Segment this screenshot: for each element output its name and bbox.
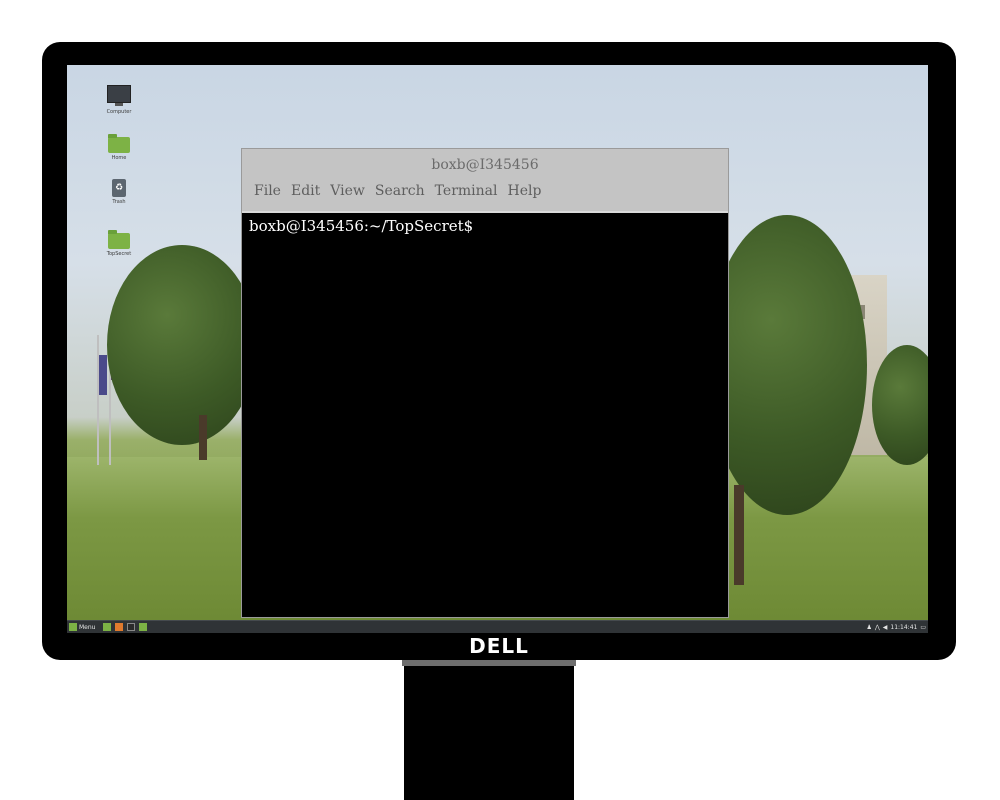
desktop-icon-computer[interactable]: Computer (89, 85, 149, 116)
terminal-prompt: boxb@I345456:~/TopSecret$ (249, 217, 474, 235)
desktop-icon-label: TopSecret (106, 251, 132, 257)
clock[interactable]: 11:14:41 (890, 624, 917, 631)
taskbar-menu-label: Menu (79, 623, 96, 631)
files-icon[interactable] (139, 623, 147, 631)
wallpaper-tree-trunk (734, 485, 744, 585)
terminal-launcher-icon[interactable] (127, 623, 135, 631)
terminal-output[interactable]: boxb@I345456:~/TopSecret$ (242, 213, 728, 239)
system-tray: ♟ ⋀ ◀ 11:14:41 ▭ (866, 623, 926, 631)
wallpaper-tree (107, 245, 257, 445)
wallpaper-flag (99, 355, 107, 395)
menu-view[interactable]: View (330, 183, 365, 199)
terminal-titlebar[interactable]: boxb@I345456 File Edit View Search Termi… (242, 149, 728, 213)
menu-search[interactable]: Search (375, 183, 425, 199)
computer-icon (107, 85, 131, 106)
terminal-title: boxb@I345456 (431, 157, 539, 173)
monitor-stand-neck (402, 660, 576, 666)
menu-terminal[interactable]: Terminal (435, 183, 498, 199)
wallpaper-tree (707, 215, 867, 515)
monitor-stand (404, 664, 574, 800)
desktop-icon-label: Computer (106, 109, 132, 115)
desktop-icon-trash[interactable]: ♻ Trash (89, 179, 149, 206)
menu-icon (69, 623, 77, 631)
taskbar-menu-button[interactable]: Menu (69, 623, 95, 631)
folder-icon (108, 230, 130, 249)
home-folder-icon (108, 134, 130, 153)
desktop-icon-label: Trash (112, 199, 126, 205)
user-icon[interactable]: ♟ (866, 624, 871, 631)
network-icon[interactable]: ⋀ (875, 624, 880, 631)
trash-icon: ♻ (112, 179, 126, 197)
terminal-menubar: File Edit View Search Terminal Help (254, 183, 541, 199)
wallpaper-tree-trunk (199, 415, 207, 460)
monitor-brand-logo: DELL (469, 634, 529, 658)
taskbar-launchers (103, 623, 147, 631)
desktop-icon-topsecret[interactable]: TopSecret (89, 230, 149, 258)
notification-icon[interactable]: ▭ (920, 624, 926, 631)
taskbar: Menu ♟ ⋀ ◀ 11:14:41 ▭ (67, 620, 928, 633)
terminal-window[interactable]: boxb@I345456 File Edit View Search Termi… (241, 148, 729, 618)
menu-edit[interactable]: Edit (291, 183, 320, 199)
desktop-icon-label: Home (111, 155, 127, 161)
firefox-icon[interactable] (115, 623, 123, 631)
show-desktop-icon[interactable] (103, 623, 111, 631)
desktop-icon-home[interactable]: Home (89, 134, 149, 162)
menu-help[interactable]: Help (508, 183, 542, 199)
menu-file[interactable]: File (254, 183, 281, 199)
volume-icon[interactable]: ◀ (883, 624, 888, 631)
